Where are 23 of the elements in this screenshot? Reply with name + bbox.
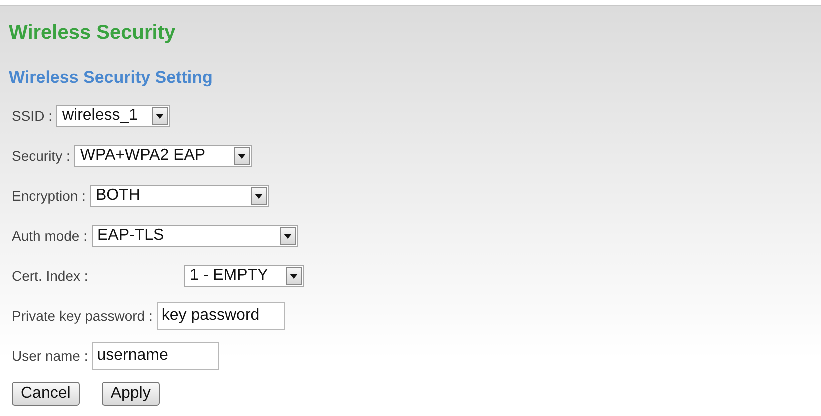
apply-button[interactable]: Apply (102, 382, 160, 406)
dropdown[interactable]: BOTH (90, 185, 269, 207)
cancel-button[interactable]: Cancel (12, 382, 80, 406)
field-label: Private key password : (12, 308, 153, 324)
caret-icon (152, 107, 168, 125)
field-label: Security : (12, 148, 70, 164)
input-field[interactable]: key password (156, 302, 285, 330)
section-title: Wireless Security Setting (9, 68, 214, 88)
field-label: Auth mode : (12, 228, 88, 244)
dropdown[interactable]: EAP-TLS (92, 225, 298, 247)
input-field[interactable]: username (92, 342, 220, 370)
page-title: Wireless Security (9, 22, 177, 45)
caret-icon (234, 147, 250, 165)
caret-icon (250, 187, 267, 205)
dropdown[interactable]: WPA+WPA2 EAP (74, 145, 252, 167)
dropdown[interactable]: wireless_1 (56, 105, 170, 127)
field-label: Cert. Index : (12, 268, 90, 284)
field-label: SSID : (12, 108, 52, 124)
caret-icon (280, 227, 296, 245)
field-label: Encryption : (12, 188, 86, 204)
caret-icon (286, 267, 302, 285)
field-label: User name : (12, 348, 88, 364)
dropdown[interactable]: 1 - EMPTY (184, 265, 304, 287)
